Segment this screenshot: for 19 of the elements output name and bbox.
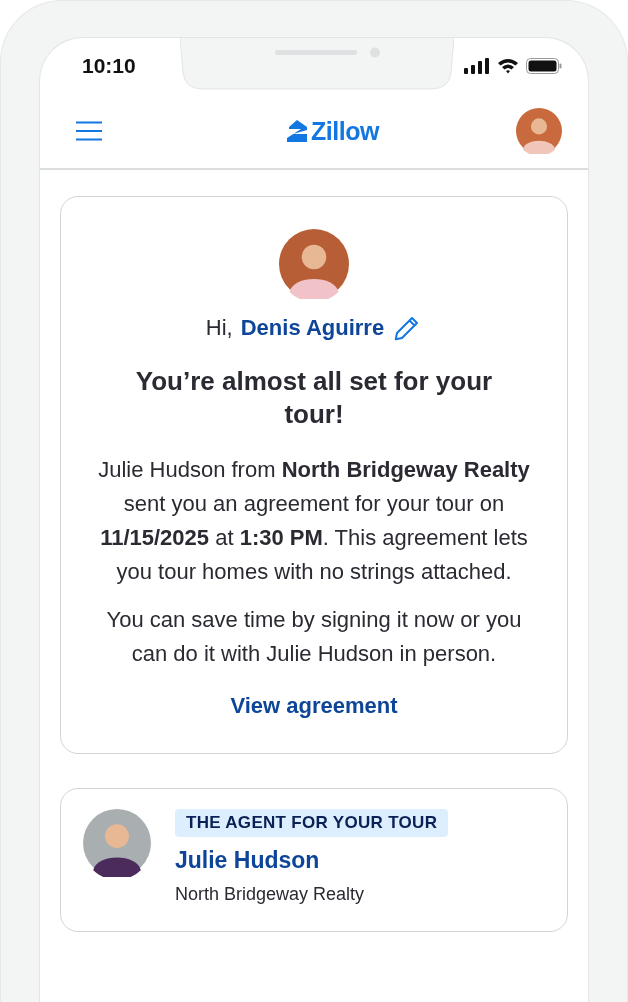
house-icon	[287, 120, 308, 142]
battery-icon	[526, 58, 562, 74]
signal-icon	[464, 58, 490, 74]
agent-company: North Bridgeway Realty	[175, 884, 365, 905]
avatar	[516, 108, 562, 154]
logo[interactable]: Zillow	[311, 116, 379, 146]
agent-name[interactable]: Julie Hudson	[175, 847, 320, 874]
heading: You’re almost all set for your tour!	[134, 365, 494, 431]
paragraph: You can save time by signing it now or you can do it with Julie Hudson in person.	[105, 606, 523, 668]
view-agreement-link[interactable]: View agreement	[230, 693, 398, 719]
avatar	[83, 809, 151, 877]
avatar	[279, 229, 349, 299]
paragraph: Julie Hudson from North Bridgeway Realty sent you an agreement for your tour on 11/15/2025 at 1:30 PM. This agreement lets you tour homes with no strings attached.	[97, 456, 531, 586]
wifi-icon	[497, 58, 519, 74]
agent-badge: THE AGENT FOR YOUR TOUR	[175, 809, 449, 837]
menu-icon[interactable]	[76, 121, 102, 141]
user-name: Denis Aguirre	[240, 315, 385, 341]
status-time: 10:10	[82, 54, 136, 78]
greeting: Hi,	[205, 315, 233, 341]
